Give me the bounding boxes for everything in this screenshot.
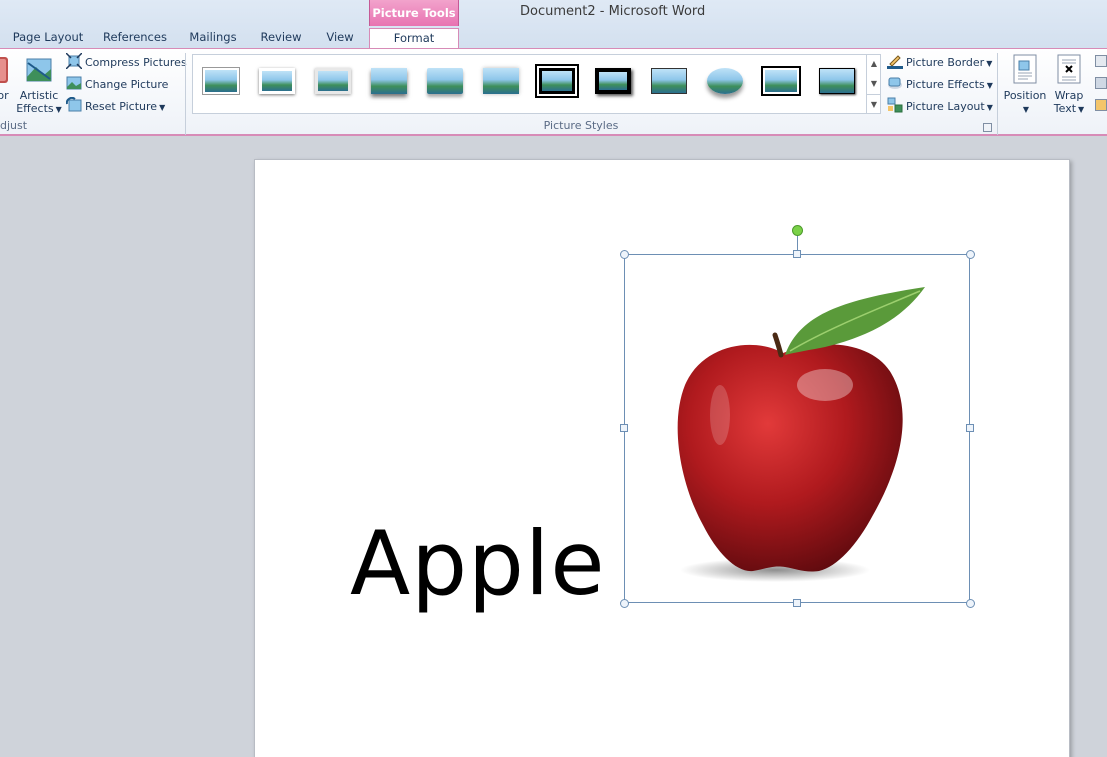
dropdown-arrow-icon: ▼ — [986, 59, 993, 68]
compress-pictures-label: Compress Pictures — [85, 56, 187, 69]
artistic-effects-icon — [24, 53, 54, 87]
dialog-launcher-icon[interactable] — [983, 123, 992, 132]
picture-layout-icon — [887, 97, 903, 113]
compress-pictures-button[interactable]: Compress Pictures — [65, 52, 187, 73]
reset-picture-button[interactable]: Reset Picture ▼ — [65, 96, 166, 117]
dropdown-arrow-icon: ▼ — [159, 103, 166, 112]
picture-selection-frame — [624, 254, 970, 603]
dropdown-arrow-icon: ▼ — [1078, 105, 1085, 114]
dropdown-arrow-icon: ▼ — [1022, 105, 1030, 114]
position-label: Position — [1003, 89, 1047, 102]
style-thumbnail-icon — [427, 68, 463, 94]
resize-handle-bottom[interactable] — [793, 599, 801, 607]
send-backward-icon[interactable] — [1095, 77, 1107, 89]
style-thumbnail-icon — [595, 68, 631, 94]
picture-effects-label: Picture Effects — [906, 78, 985, 91]
style-thumbnail-icon — [315, 68, 351, 94]
style-thumbnail-icon — [819, 68, 855, 94]
picture-style-10[interactable] — [703, 63, 747, 99]
wrap-text-icon — [1054, 53, 1084, 87]
compress-icon — [65, 52, 83, 70]
picture-style-3[interactable] — [311, 63, 355, 99]
picture-style-5[interactable] — [423, 63, 467, 99]
change-picture-icon — [66, 75, 82, 91]
artistic-effects-label-1: Artistic — [19, 89, 59, 102]
adjust-group-label: djust — [0, 119, 28, 132]
document-text-apple[interactable]: Apple — [350, 512, 606, 615]
picture-effects-icon — [887, 75, 903, 91]
color-label: or — [0, 89, 9, 102]
style-thumbnail-icon — [259, 68, 295, 94]
tab-review[interactable]: Review — [254, 28, 308, 48]
picture-tools-context-label: Picture Tools — [369, 0, 459, 26]
picture-style-1[interactable] — [199, 63, 243, 99]
picture-style-8[interactable] — [591, 63, 635, 99]
reset-picture-label: Reset Picture — [85, 100, 158, 113]
picture-border-icon — [887, 53, 903, 69]
dropdown-arrow-icon: ▼ — [986, 81, 993, 90]
wrap-text-label-1: Wrap — [1054, 89, 1084, 102]
window-title: Document2 - Microsoft Word — [520, 4, 706, 19]
picture-style-11[interactable] — [759, 63, 803, 99]
change-picture-label: Change Picture — [85, 78, 169, 91]
picture-border-label: Picture Border — [906, 56, 985, 69]
change-picture-button[interactable]: Change Picture — [66, 75, 168, 95]
resize-handle-top-right[interactable] — [966, 250, 975, 259]
resize-handle-right[interactable] — [966, 424, 974, 432]
style-thumbnail-icon — [707, 68, 743, 94]
picture-style-7[interactable] — [535, 63, 579, 99]
tab-references[interactable]: References — [96, 28, 174, 48]
style-thumbnail-icon — [371, 68, 407, 94]
style-thumbnail-icon — [483, 68, 519, 94]
resize-handle-top-left[interactable] — [620, 250, 629, 259]
dropdown-arrow-icon: ▼ — [986, 103, 993, 112]
artistic-effects-button[interactable]: Artistic Effects ▼ — [14, 53, 64, 116]
artistic-effects-label-2: Effects — [16, 102, 54, 115]
picture-style-12[interactable] — [815, 63, 859, 99]
tab-view[interactable]: View — [318, 28, 362, 48]
resize-handle-left[interactable] — [620, 424, 628, 432]
resize-handle-bottom-right[interactable] — [966, 599, 975, 608]
wrap-text-button[interactable]: Wrap Text ▼ — [1050, 53, 1088, 116]
picture-border-button[interactable]: Picture Border ▼ — [887, 53, 992, 73]
wrap-text-label-2: Text — [1053, 102, 1077, 115]
style-thumbnail-icon — [537, 66, 577, 96]
position-button[interactable]: Position ▼ — [1001, 53, 1049, 116]
title-bar: Picture Tools Document2 - Microsoft Word… — [0, 0, 1107, 49]
picture-style-6[interactable] — [479, 63, 523, 99]
picture-styles-group-label: Picture Styles — [543, 119, 619, 132]
bring-forward-icon[interactable] — [1095, 55, 1107, 67]
tab-page-layout[interactable]: Page Layout — [8, 28, 88, 48]
resize-handle-top[interactable] — [793, 250, 801, 258]
color-button[interactable]: or — [0, 53, 10, 102]
reset-picture-icon — [65, 96, 82, 113]
gallery-scroll-down-icon[interactable]: ▼ — [867, 74, 881, 94]
picture-effects-button[interactable]: Picture Effects ▼ — [887, 75, 993, 95]
picture-style-9[interactable] — [647, 63, 691, 99]
picture-style-2[interactable] — [255, 63, 299, 99]
picture-styles-gallery — [192, 54, 881, 114]
picture-layout-button[interactable]: Picture Layout ▼ — [887, 97, 993, 117]
tab-mailings[interactable]: Mailings — [182, 28, 244, 48]
dropdown-arrow-icon: ▼ — [55, 105, 62, 114]
resize-handle-bottom-left[interactable] — [620, 599, 629, 608]
gallery-scrollbar: ▲ ▼ ▼ — [866, 54, 881, 114]
rotation-handle[interactable] — [792, 225, 803, 236]
position-icon — [1010, 53, 1040, 87]
selection-pane-icon[interactable] — [1095, 99, 1107, 111]
picture-style-4[interactable] — [367, 63, 411, 99]
group-divider — [997, 53, 998, 135]
style-thumbnail-icon — [763, 68, 799, 94]
gallery-scroll-up-icon[interactable]: ▲ — [867, 54, 881, 74]
gallery-more-icon[interactable]: ▼ — [867, 94, 881, 114]
ribbon: or Artistic Effects ▼ Compress Pictures C… — [0, 48, 1107, 136]
tab-format[interactable]: Format — [369, 28, 459, 49]
group-divider — [185, 53, 186, 135]
color-icon — [0, 53, 10, 87]
style-thumbnail-icon — [203, 68, 239, 94]
picture-layout-label: Picture Layout — [906, 100, 985, 113]
style-thumbnail-icon — [651, 68, 687, 94]
